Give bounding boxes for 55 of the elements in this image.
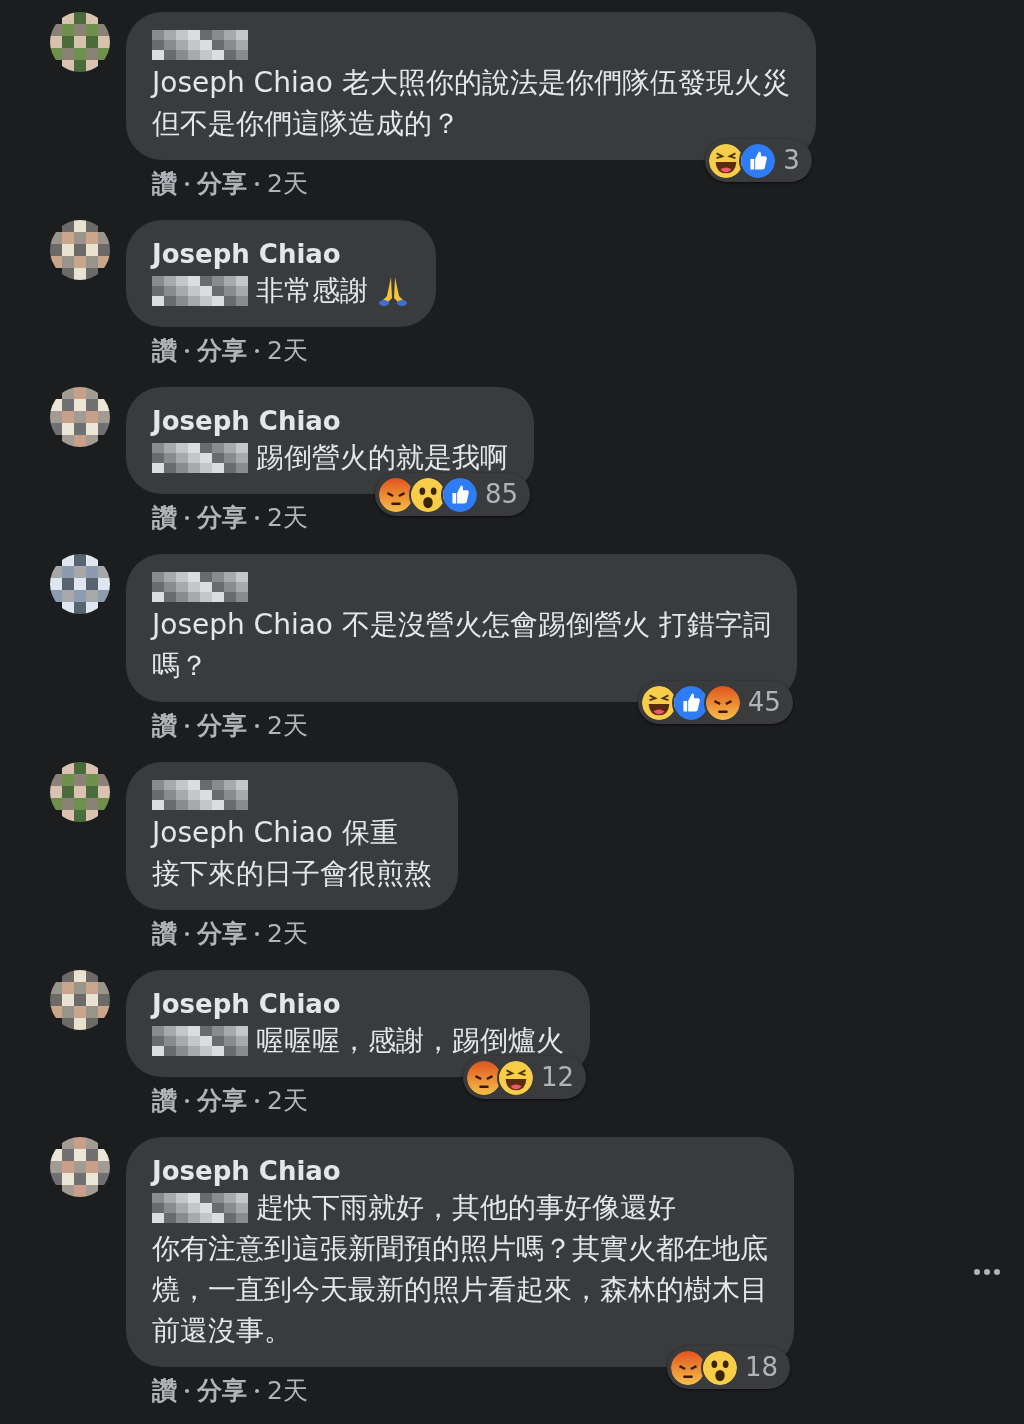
action-link[interactable]: 分享 (197, 1085, 247, 1117)
timestamp: 2天 (267, 335, 308, 367)
action-link[interactable]: 分享 (197, 335, 247, 367)
timestamp: 2天 (267, 502, 308, 534)
comment-text: 喔喔喔，感謝，踢倒爐火 (256, 1023, 564, 1059)
reaction-summary[interactable]: 85 (374, 473, 530, 516)
timestamp: 2天 (267, 710, 308, 742)
avatar[interactable] (50, 554, 110, 614)
reaction-summary[interactable]: 45 (637, 681, 793, 724)
comment-text: 接下來的日子會很煎熬 (152, 856, 432, 892)
reaction-summary[interactable]: 12 (462, 1056, 586, 1099)
comment-text: 踢倒營火的就是我啊 (256, 440, 508, 476)
reaction-count: 3 (783, 144, 800, 177)
action-link[interactable]: 讚 (152, 710, 177, 742)
action-link[interactable]: 讚 (152, 168, 177, 200)
action-link[interactable]: 讚 (152, 918, 177, 950)
action-link[interactable]: 分享 (197, 1375, 247, 1407)
timestamp: 2天 (267, 168, 308, 200)
reaction-count: 85 (484, 478, 518, 511)
avatar[interactable] (50, 12, 110, 72)
reaction-summary[interactable]: 3 (705, 139, 812, 182)
comment-text: 嗎？ (152, 648, 208, 684)
comment-text: Joseph Chiao 保重 (152, 815, 398, 851)
action-link[interactable]: 分享 (197, 918, 247, 950)
comment-text: 前還沒事。 (152, 1313, 292, 1349)
action-link[interactable]: 分享 (197, 710, 247, 742)
avatar[interactable] (50, 762, 110, 822)
action-link[interactable]: 讚 (152, 1375, 177, 1407)
comment-text: 非常感謝 (256, 273, 368, 309)
reaction-count: 45 (747, 686, 781, 719)
action-link[interactable]: 讚 (152, 335, 177, 367)
comment-text: 燒，一直到今天最新的照片看起來，森林的樹木目 (152, 1272, 768, 1308)
reaction-count: 12 (540, 1061, 574, 1094)
action-link[interactable]: 分享 (197, 168, 247, 200)
author-name[interactable]: Joseph Chiao (152, 988, 564, 1020)
avatar[interactable] (50, 387, 110, 447)
avatar[interactable] (50, 970, 110, 1030)
comment-text: Joseph Chiao 不是沒營火怎會踢倒營火 打錯字詞 (152, 607, 771, 643)
action-link[interactable]: 分享 (197, 502, 247, 534)
comment-text: Joseph Chiao 老大照你的說法是你們隊伍發現火災 (152, 65, 790, 101)
comment-text: 但不是你們這隊造成的？ (152, 106, 460, 142)
avatar[interactable] (50, 1137, 110, 1197)
timestamp: 2天 (267, 1375, 308, 1407)
author-name[interactable]: Joseph Chiao (152, 1155, 768, 1187)
comment-text: 趕快下雨就好，其他的事好像還好 (256, 1190, 676, 1226)
comment-text: 你有注意到這張新聞預的照片嗎？其實火都在地底 (152, 1231, 768, 1267)
action-link[interactable]: 讚 (152, 502, 177, 534)
author-name[interactable]: Joseph Chiao (152, 238, 410, 270)
reaction-summary[interactable]: 18 (666, 1346, 790, 1389)
timestamp: 2天 (267, 918, 308, 950)
action-link[interactable]: 讚 (152, 1085, 177, 1117)
author-name[interactable]: Joseph Chiao (152, 405, 508, 437)
avatar[interactable] (50, 220, 110, 280)
timestamp: 2天 (267, 1085, 308, 1117)
reaction-count: 18 (744, 1351, 778, 1384)
